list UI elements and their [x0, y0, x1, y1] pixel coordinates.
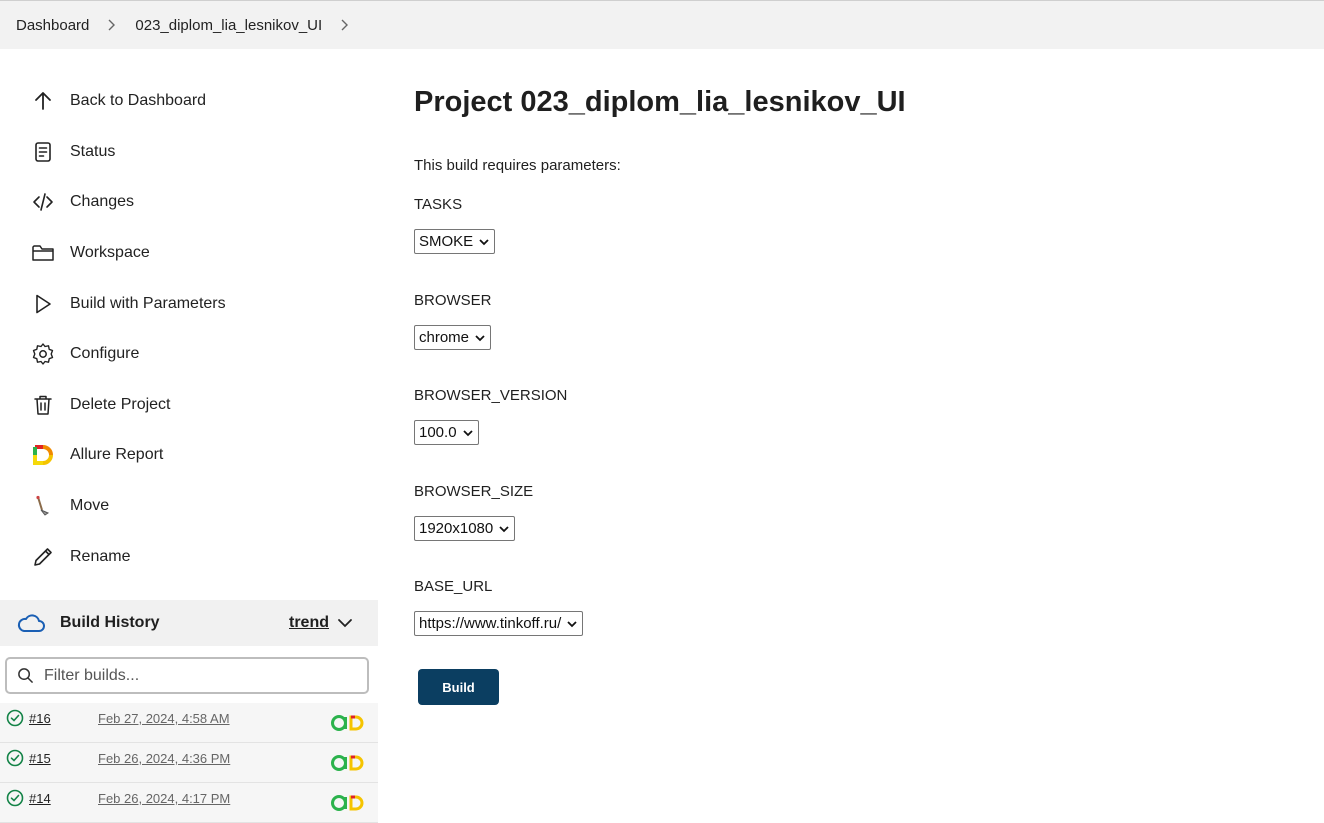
nav-move[interactable]: Move: [30, 491, 109, 521]
param-label-base-url: BASE_URL: [414, 578, 493, 595]
gear-icon: [30, 341, 56, 367]
param-label-browser-version: BROWSER_VERSION: [414, 387, 568, 404]
pencil-icon: [30, 544, 56, 570]
move-icon: [30, 493, 56, 519]
folder-icon: [30, 240, 56, 266]
nav-workspace[interactable]: Workspace: [30, 238, 150, 268]
nav-label: Status: [70, 143, 116, 160]
nav-label: Configure: [70, 345, 140, 362]
nav-rename[interactable]: Rename: [30, 542, 130, 572]
success-check-icon: [6, 789, 24, 807]
chevron-down-icon[interactable]: [336, 614, 354, 632]
nav-label: Allure Report: [70, 446, 164, 463]
trend-link[interactable]: trend: [289, 614, 329, 632]
build-row: #14 Feb 26, 2024, 4:17 PM: [0, 783, 378, 823]
nav-allure-report[interactable]: Allure Report: [30, 440, 163, 470]
filter-builds-input[interactable]: [42, 665, 342, 686]
build-history-title: Build History: [60, 614, 160, 631]
param-label-browser-size: BROWSER_SIZE: [414, 483, 534, 500]
trash-icon: [30, 392, 56, 418]
nav-label: Move: [70, 497, 110, 514]
allure-report-icon[interactable]: [330, 714, 366, 732]
nav-delete-project[interactable]: Delete Project: [30, 390, 171, 420]
nav-configure[interactable]: Configure: [30, 339, 139, 369]
browser-select[interactable]: chrome: [414, 325, 492, 350]
nav-label: Rename: [70, 548, 131, 565]
allure-report-icon[interactable]: [330, 794, 366, 812]
build-number-link[interactable]: #15: [29, 751, 51, 766]
allure-report-icon[interactable]: [330, 754, 366, 772]
build-history-header: Build History trend: [0, 600, 378, 646]
success-check-icon: [6, 709, 24, 727]
success-check-icon: [6, 749, 24, 767]
chevron-right-icon[interactable]: [107, 19, 117, 31]
nav-label: Build with Parameters: [70, 295, 226, 312]
build-number-link[interactable]: #16: [29, 711, 51, 726]
breadcrumb-dashboard[interactable]: Dashboard: [16, 17, 89, 34]
chevron-right-icon[interactable]: [340, 19, 350, 31]
cloud-icon: [16, 612, 46, 634]
nav-label: Delete Project: [70, 396, 171, 413]
select-value: https://www.tinkoff.ru/: [419, 615, 562, 632]
select-value: 100.0: [419, 424, 457, 441]
document-icon: [30, 139, 56, 165]
param-label-browser: BROWSER: [414, 292, 492, 309]
breadcrumb-project[interactable]: 023_diplom_lia_lesnikov_UI: [135, 17, 322, 34]
build-date-link[interactable]: Feb 27, 2024, 4:58 AM: [98, 711, 230, 726]
allure-icon: [30, 442, 56, 468]
select-value: 1920x1080: [419, 520, 494, 537]
chevron-down-icon: [462, 429, 473, 436]
select-value: chrome: [419, 329, 470, 346]
nav-back-to-dashboard[interactable]: Back to Dashboard: [30, 86, 206, 116]
nav-changes[interactable]: Changes: [30, 187, 134, 217]
select-value: SMOKE: [419, 233, 474, 250]
arrow-up-icon: [30, 88, 56, 114]
build-button[interactable]: Build: [418, 669, 499, 705]
chevron-down-icon: [475, 334, 485, 341]
nav-label: Workspace: [70, 244, 150, 261]
build-date-link[interactable]: Feb 26, 2024, 4:36 PM: [98, 751, 230, 766]
breadcrumb: Dashboard 023_diplom_lia_lesnikov_UI: [0, 0, 1324, 49]
filter-builds-field[interactable]: [5, 657, 369, 694]
browser-size-select[interactable]: 1920x1080: [414, 516, 516, 541]
param-label-tasks: TASKS: [414, 196, 463, 213]
build-row: #15 Feb 26, 2024, 4:36 PM: [0, 743, 378, 783]
build-date-link[interactable]: Feb 26, 2024, 4:17 PM: [98, 791, 230, 806]
browser-version-select[interactable]: 100.0: [414, 420, 479, 445]
nav-build-with-parameters[interactable]: Build with Parameters: [30, 289, 226, 319]
search-icon: [17, 667, 34, 684]
base-url-select[interactable]: https://www.tinkoff.ru/: [414, 611, 584, 636]
build-row: #16 Feb 27, 2024, 4:58 AM: [0, 703, 378, 743]
nav-label: Changes: [70, 193, 135, 210]
chevron-down-icon: [499, 525, 509, 532]
nav-label: Back to Dashboard: [70, 92, 207, 109]
page-title: Project 023_diplom_lia_lesnikov_UI: [414, 86, 906, 118]
build-number-link[interactable]: #14: [29, 791, 51, 806]
play-icon: [30, 291, 56, 317]
code-icon: [30, 189, 56, 215]
parameters-intro: This build requires parameters:: [414, 157, 621, 174]
chevron-down-icon: [479, 238, 489, 245]
chevron-down-icon: [567, 620, 577, 627]
tasks-select[interactable]: SMOKE: [414, 229, 496, 254]
nav-status[interactable]: Status: [30, 137, 115, 167]
